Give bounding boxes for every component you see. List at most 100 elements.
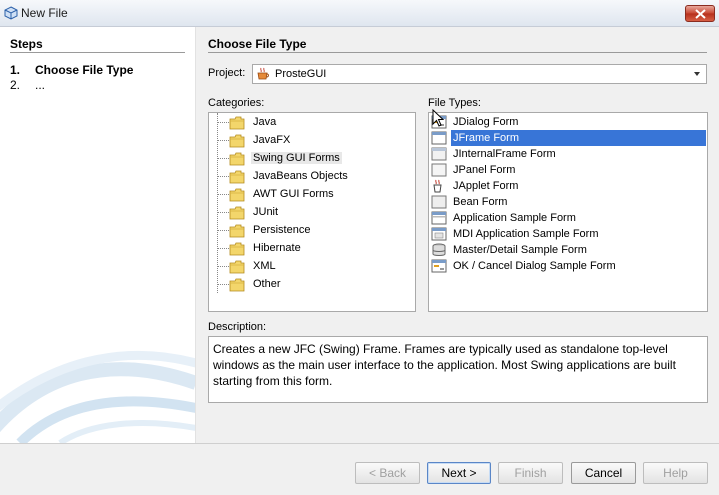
folder-icon bbox=[229, 152, 245, 166]
step-1: 1. Choose File Type bbox=[10, 63, 133, 77]
file-types-list[interactable]: JDialog Form JFrame Form JInternalFrame Fo… bbox=[428, 112, 708, 312]
file-type-label: MDI Application Sample Form bbox=[453, 228, 599, 240]
next-button[interactable]: Next > bbox=[427, 462, 491, 484]
category-label: Hibernate bbox=[253, 242, 301, 254]
dialog-form-icon bbox=[431, 259, 447, 273]
file-type-label: JDialog Form bbox=[453, 116, 519, 128]
category-label: JavaFX bbox=[253, 134, 291, 146]
file-type-item[interactable]: JDialog Form bbox=[429, 114, 707, 130]
file-types-label: File Types: bbox=[428, 97, 481, 109]
steps-divider bbox=[10, 52, 185, 53]
tree-branch-line bbox=[217, 158, 229, 159]
tree-branch-line bbox=[217, 230, 229, 231]
category-item[interactable]: Hibernate bbox=[209, 241, 415, 257]
category-item[interactable]: Swing GUI Forms bbox=[209, 151, 415, 167]
category-item[interactable]: Java bbox=[209, 115, 415, 131]
file-type-label: JFrame Form bbox=[451, 130, 706, 146]
database-form-icon bbox=[431, 243, 447, 257]
file-type-label: Bean Form bbox=[453, 196, 508, 208]
folder-icon bbox=[229, 116, 245, 130]
application-form-icon bbox=[431, 211, 447, 225]
file-type-item[interactable]: Master/Detail Sample Form bbox=[429, 242, 707, 258]
category-item[interactable]: XML bbox=[209, 259, 415, 275]
tree-branch-line bbox=[217, 212, 229, 213]
description-text: Creates a new JFC (Swing) Frame. Frames … bbox=[208, 336, 708, 403]
project-select[interactable]: ProsteGUI bbox=[252, 64, 707, 84]
folder-icon bbox=[229, 260, 245, 274]
file-type-item[interactable]: MDI Application Sample Form bbox=[429, 226, 707, 242]
folder-icon bbox=[229, 224, 245, 238]
file-type-label: OK / Cancel Dialog Sample Form bbox=[453, 260, 616, 272]
file-type-item[interactable]: OK / Cancel Dialog Sample Form bbox=[429, 258, 707, 274]
tree-branch-line bbox=[217, 248, 229, 249]
help-button[interactable]: Help bbox=[643, 462, 708, 484]
category-label: Persistence bbox=[253, 224, 311, 236]
categories-tree[interactable]: Java JavaFX Swing GUI Forms JavaBeans Objec… bbox=[208, 112, 416, 312]
description-label: Description: bbox=[208, 321, 267, 333]
steps-panel: Steps 1. Choose File Type 2.... bbox=[0, 27, 196, 443]
step-label: ... bbox=[35, 78, 46, 92]
category-label: Swing GUI Forms bbox=[251, 152, 342, 164]
categories-label: Categories: bbox=[208, 97, 265, 109]
title-bar: New File bbox=[0, 0, 719, 27]
tree-branch-line bbox=[217, 176, 229, 177]
title-divider bbox=[208, 52, 707, 53]
back-button[interactable]: < Back bbox=[355, 462, 420, 484]
page-title: Choose File Type bbox=[208, 37, 307, 51]
file-type-item[interactable]: JApplet Form bbox=[429, 178, 707, 194]
category-item[interactable]: AWT GUI Forms bbox=[209, 187, 415, 203]
tree-branch-line bbox=[217, 194, 229, 195]
category-label: JUnit bbox=[253, 206, 279, 218]
file-type-label: JApplet Form bbox=[453, 180, 519, 192]
close-button[interactable] bbox=[685, 5, 715, 22]
file-type-item[interactable]: JFrame Form bbox=[429, 130, 707, 146]
frame-form-icon bbox=[431, 131, 447, 145]
folder-icon bbox=[229, 188, 245, 202]
step-number: 2. bbox=[10, 78, 21, 92]
category-label: Java bbox=[253, 116, 277, 128]
tree-branch-line bbox=[217, 284, 229, 285]
button-bar: < Back Next > Finish Cancel Help bbox=[0, 443, 719, 495]
step-number: 1. bbox=[10, 63, 21, 77]
category-item[interactable]: JavaFX bbox=[209, 133, 415, 149]
folder-icon bbox=[229, 278, 245, 292]
main-panel: Choose File Type Project: ProsteGUI Cate… bbox=[196, 27, 719, 443]
file-type-label: JPanel Form bbox=[453, 164, 516, 176]
category-item[interactable]: Persistence bbox=[209, 223, 415, 239]
category-item[interactable]: JUnit bbox=[209, 205, 415, 221]
file-type-item[interactable]: Application Sample Form bbox=[429, 210, 707, 226]
step-2: 2.... bbox=[10, 78, 45, 92]
netbeans-cube-icon bbox=[4, 6, 18, 20]
project-label: Project: bbox=[208, 67, 246, 79]
category-label: JavaBeans Objects bbox=[253, 170, 348, 182]
project-value: ProsteGUI bbox=[275, 68, 327, 80]
folder-icon bbox=[229, 134, 245, 148]
cancel-button[interactable]: Cancel bbox=[571, 462, 636, 484]
steps-heading: Steps bbox=[10, 37, 43, 51]
internal-frame-icon bbox=[431, 147, 447, 161]
category-item[interactable]: Other bbox=[209, 277, 415, 293]
bean-form-icon bbox=[431, 195, 447, 209]
folder-icon bbox=[229, 242, 245, 256]
category-item[interactable]: JavaBeans Objects bbox=[209, 169, 415, 185]
file-type-item[interactable]: JInternalFrame Form bbox=[429, 146, 707, 162]
finish-button[interactable]: Finish bbox=[498, 462, 563, 484]
panel-form-icon bbox=[431, 163, 447, 177]
tree-branch-line bbox=[217, 140, 229, 141]
decorative-swoosh-graphic bbox=[0, 350, 195, 443]
tree-branch-line bbox=[217, 266, 229, 267]
file-type-label: JInternalFrame Form bbox=[453, 148, 556, 160]
tree-branch-line bbox=[217, 122, 229, 123]
category-label: Other bbox=[253, 278, 281, 290]
category-label: AWT GUI Forms bbox=[253, 188, 334, 200]
folder-icon bbox=[229, 206, 245, 220]
file-type-item[interactable]: JPanel Form bbox=[429, 162, 707, 178]
applet-form-icon bbox=[431, 179, 447, 193]
folder-icon bbox=[229, 170, 245, 184]
file-type-item[interactable]: Bean Form bbox=[429, 194, 707, 210]
file-type-label: Application Sample Form bbox=[453, 212, 576, 224]
mouse-cursor-icon bbox=[432, 109, 445, 127]
file-type-label: Master/Detail Sample Form bbox=[453, 244, 587, 256]
chevron-down-icon[interactable] bbox=[690, 67, 704, 81]
mdi-form-icon bbox=[431, 227, 447, 241]
